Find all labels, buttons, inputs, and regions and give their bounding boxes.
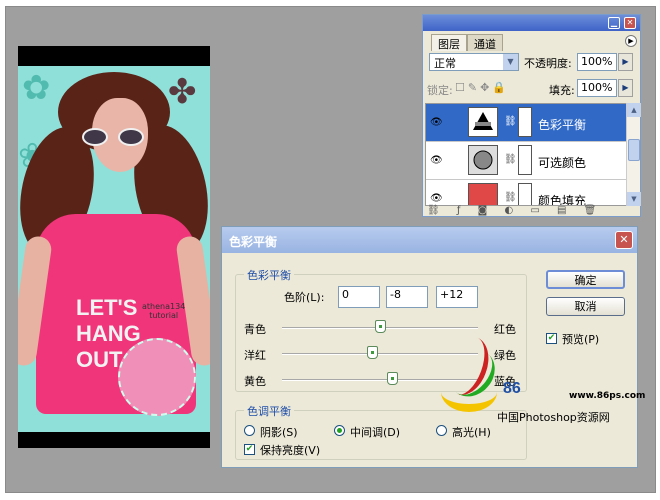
close-icon[interactable]: ✕ bbox=[624, 17, 636, 29]
photo-canvas[interactable]: ✿ ✤ ❀ LET'S HANG OUT athena134 tutorial bbox=[18, 46, 210, 448]
photo-watermark: athena134 tutorial bbox=[142, 302, 186, 320]
tab-channels[interactable]: 通道 bbox=[467, 34, 503, 51]
levels-label: 色阶(L): bbox=[284, 291, 325, 304]
layer-row-color-balance[interactable]: 👁 ⛓ 色彩平衡 bbox=[426, 104, 626, 142]
logo-swirl bbox=[441, 372, 497, 412]
opacity-input[interactable]: 100% bbox=[577, 53, 617, 71]
opacity-label: 不透明度: bbox=[524, 57, 572, 70]
magenta-green-slider-knob[interactable] bbox=[367, 346, 379, 359]
logo-url: www.86ps.com bbox=[569, 391, 646, 401]
lock-label: 锁定: bbox=[427, 84, 453, 97]
chevron-down-icon: ▼ bbox=[503, 54, 518, 70]
link-icon: ⛓ bbox=[504, 116, 517, 127]
panel-tabs: 图层 通道 bbox=[431, 34, 503, 51]
lock-icons[interactable]: ☐✎✥🔒 bbox=[455, 81, 509, 94]
flower-print bbox=[118, 338, 196, 416]
scroll-up-icon[interactable]: ▲ bbox=[627, 103, 641, 117]
shirt-text-line: OUT bbox=[76, 347, 123, 372]
level-magenta-green-input[interactable]: -8 bbox=[386, 286, 428, 308]
layer-row-fill[interactable]: 👁 ⛓ 颜色填充 bbox=[426, 180, 626, 205]
blend-mode-select[interactable]: 正常 ▼ bbox=[429, 53, 519, 71]
layer-mask-thumbnail bbox=[518, 107, 532, 137]
level-cyan-red-input[interactable]: 0 bbox=[338, 286, 380, 308]
layer-mask-thumbnail bbox=[518, 145, 532, 175]
sunglasses-right bbox=[118, 128, 144, 146]
flower-decoration: ✿ bbox=[22, 68, 51, 108]
scroll-thumb[interactable] bbox=[628, 139, 640, 161]
shadows-radio[interactable] bbox=[244, 425, 255, 436]
close-icon[interactable]: ✕ bbox=[615, 231, 633, 249]
midtones-radio[interactable] bbox=[334, 425, 345, 436]
adjustment-thumbnail bbox=[468, 107, 498, 137]
selective-color-icon bbox=[473, 150, 493, 170]
fill-input[interactable]: 100% bbox=[577, 79, 617, 97]
layer-mask-thumbnail bbox=[518, 183, 532, 205]
preserve-luminosity-label[interactable]: 保持亮度(V) bbox=[260, 442, 320, 458]
flower-decoration: ✤ bbox=[168, 72, 197, 112]
panel-bottom-toolbar[interactable]: ⛓ ƒ ◙ ◐ ▭ ▤ 🗑 bbox=[427, 205, 639, 216]
screenshot: ✿ ✤ ❀ LET'S HANG OUT athena134 tutorial … bbox=[0, 0, 660, 500]
cancel-button[interactable]: 取消 bbox=[546, 297, 625, 316]
group-label: 色调平衡 bbox=[244, 403, 294, 419]
shirt-text-line: HANG bbox=[76, 321, 141, 346]
layer-scrollbar[interactable]: ▲ ▼ bbox=[626, 103, 641, 206]
panel-menu-icon[interactable]: ▶ bbox=[625, 35, 637, 47]
slider-left-label: 黄色 bbox=[244, 375, 266, 388]
layer-name[interactable]: 色彩平衡 bbox=[538, 116, 586, 133]
level-yellow-blue-input[interactable]: +12 bbox=[436, 286, 478, 308]
slider-left-label: 青色 bbox=[244, 323, 266, 336]
blend-mode-value: 正常 bbox=[434, 57, 456, 70]
group-label: 色彩平衡 bbox=[244, 267, 294, 283]
dialog-title-bar[interactable]: 色彩平衡 ✕ bbox=[222, 227, 637, 253]
logo-site-name: 中国Photoshop资源网 bbox=[497, 411, 610, 424]
tab-layers[interactable]: 图层 bbox=[431, 34, 467, 51]
yellow-blue-slider-knob[interactable] bbox=[386, 372, 398, 385]
link-icon: ⛓ bbox=[504, 192, 517, 203]
layer-name[interactable]: 可选颜色 bbox=[538, 154, 586, 171]
ok-button[interactable]: 确定 bbox=[546, 270, 625, 289]
opacity-arrow-icon[interactable]: ▶ bbox=[618, 53, 633, 71]
scroll-down-icon[interactable]: ▼ bbox=[627, 192, 641, 206]
preserve-luminosity-checkbox[interactable]: ✔ bbox=[244, 444, 255, 455]
layers-panel: ▁ ✕ 图层 通道 ▶ 正常 ▼ 不透明度: 100% ▶ 锁定: ☐✎✥🔒 填充… bbox=[422, 14, 641, 217]
color-balance-icon bbox=[473, 112, 493, 130]
minimize-icon[interactable]: ▁ bbox=[608, 17, 620, 29]
dialog-title: 色彩平衡 bbox=[229, 235, 278, 249]
layer-name[interactable]: 颜色填充 bbox=[538, 192, 586, 205]
shirt-text-line: LET'S bbox=[76, 295, 138, 320]
cyan-red-slider-knob[interactable] bbox=[375, 320, 386, 333]
fill-thumbnail bbox=[468, 183, 498, 205]
sunglasses-left bbox=[82, 128, 108, 146]
midtones-label[interactable]: 中间调(D) bbox=[350, 424, 400, 440]
photo-image: ✿ ✤ ❀ LET'S HANG OUT athena134 tutorial bbox=[18, 66, 210, 432]
logo-number: 86 bbox=[503, 380, 521, 397]
layer-row-selective-color[interactable]: 👁 ⛓ 可选颜色 bbox=[426, 142, 626, 180]
shadows-label[interactable]: 阴影(S) bbox=[260, 424, 298, 440]
eye-icon[interactable]: 👁 bbox=[430, 193, 443, 204]
fill-arrow-icon[interactable]: ▶ bbox=[618, 79, 633, 97]
slider-left-label: 洋红 bbox=[244, 349, 266, 362]
fill-label: 填充: bbox=[549, 84, 575, 97]
eye-icon[interactable]: 👁 bbox=[430, 117, 443, 128]
site-logo: 86 www.86ps.com 中国Photoshop资源网 bbox=[437, 330, 647, 430]
adjustment-thumbnail bbox=[468, 145, 498, 175]
layer-list: 👁 ⛓ 色彩平衡 👁 ⛓ 可选颜色 👁 ⛓ 颜色填充 bbox=[425, 103, 627, 206]
link-icon: ⛓ bbox=[504, 154, 517, 165]
eye-icon[interactable]: 👁 bbox=[430, 155, 443, 166]
panel-title-bar[interactable]: ▁ ✕ bbox=[423, 15, 640, 31]
